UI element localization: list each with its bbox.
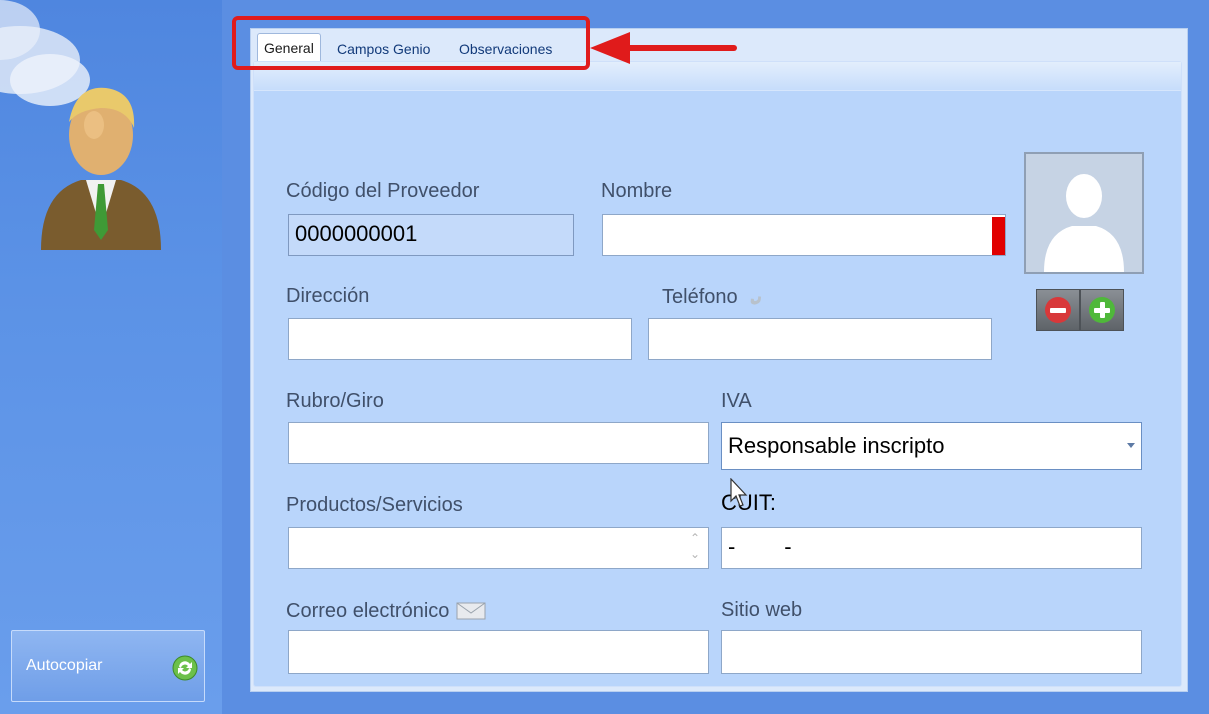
telefono-label-text: Teléfono: [662, 286, 738, 308]
sitio-label: Sitio web: [721, 599, 803, 621]
tabs-highlight-box: [232, 16, 590, 70]
add-photo-button[interactable]: [1080, 289, 1124, 331]
codigo-label: Código del Proveedor: [286, 180, 480, 202]
autocopy-label: Autocopiar: [26, 657, 103, 674]
spinner-arrows[interactable]: ⌃ ⌄: [686, 530, 704, 566]
supplier-panel: General Campos Genio Observaciones Códig…: [250, 28, 1188, 692]
required-marker: [992, 217, 1005, 255]
businessman-avatar-icon: [41, 87, 161, 250]
telefono-label: Teléfono: [662, 285, 765, 309]
chevron-down-icon: ⌄: [689, 547, 701, 561]
chevron-down-icon: [1127, 443, 1135, 448]
direccion-field[interactable]: [288, 318, 632, 360]
iva-select[interactable]: Responsable inscripto: [721, 422, 1142, 470]
telefono-field[interactable]: [648, 318, 992, 360]
annotation-arrow-icon: [590, 32, 737, 64]
envelope-icon: [456, 602, 486, 620]
sitio-field[interactable]: [721, 630, 1142, 674]
codigo-field[interactable]: 0000000001: [288, 214, 574, 256]
productos-field[interactable]: ⌃ ⌄: [288, 527, 709, 569]
cuit-field[interactable]: - -: [721, 527, 1142, 569]
correo-field[interactable]: [288, 630, 709, 674]
iva-label: IVA: [721, 390, 752, 412]
iva-selected-value: Responsable inscripto: [728, 433, 945, 458]
productos-label: Productos/Servicios: [286, 494, 463, 516]
nombre-field[interactable]: [602, 214, 1006, 256]
main-area: General Campos Genio Observaciones Códig…: [222, 0, 1209, 714]
chevron-up-icon: ⌃: [689, 531, 701, 545]
mouse-pointer-icon: [730, 478, 748, 507]
left-sidebar: Autocopiar: [0, 0, 223, 714]
photo-frame[interactable]: [1024, 152, 1144, 274]
rubro-label: Rubro/Giro: [286, 390, 384, 412]
phone-icon: [750, 296, 762, 305]
autocopy-button[interactable]: Autocopiar: [11, 630, 205, 702]
rubro-field[interactable]: [288, 422, 709, 464]
sync-arrows-icon: [172, 655, 198, 681]
tab-content-general: Código del Proveedor 0000000001 Nombre D…: [253, 61, 1182, 687]
remove-photo-button[interactable]: [1036, 289, 1080, 331]
nombre-label: Nombre: [601, 180, 673, 202]
person-silhouette-icon: [1044, 174, 1124, 272]
correo-label-text: Correo electrónico: [286, 600, 450, 622]
correo-label: Correo electrónico: [286, 599, 487, 623]
direccion-label: Dirección: [286, 285, 370, 307]
